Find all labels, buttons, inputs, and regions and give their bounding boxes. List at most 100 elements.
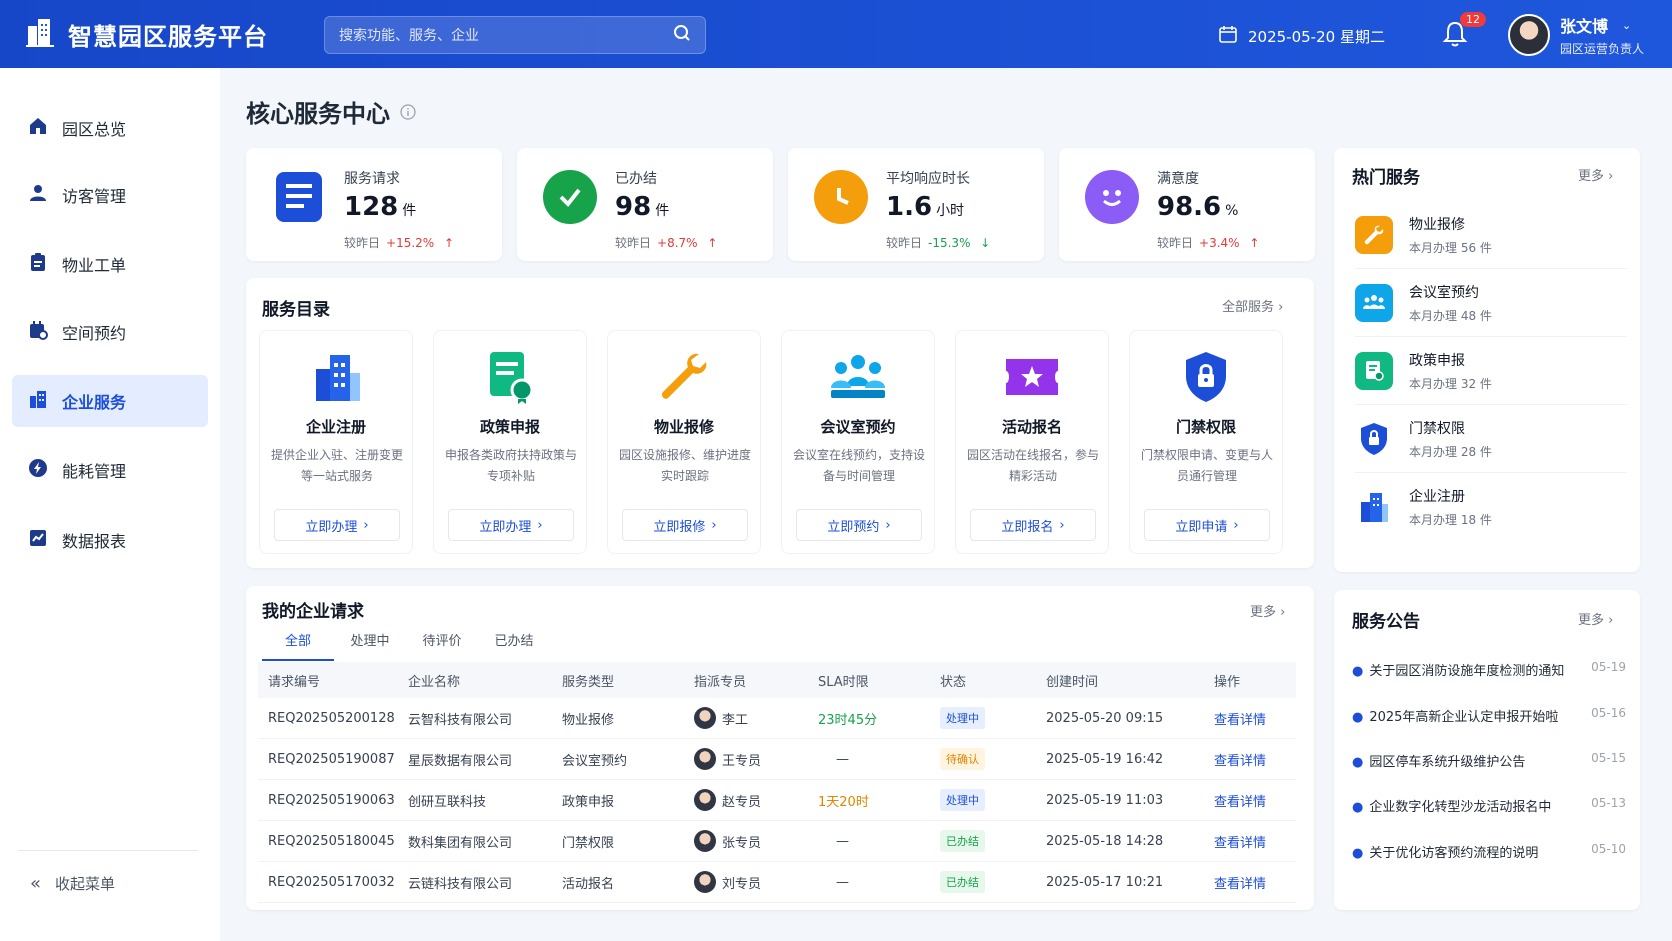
chevron-right-icon: › bbox=[711, 517, 717, 533]
notice-item[interactable]: ● 关于园区消防设施年度检测的通知 05-19 bbox=[1352, 660, 1626, 679]
collapse-menu-button[interactable]: « 收起菜单 bbox=[18, 850, 198, 894]
sidebar-item-space-booking[interactable]: 空间预约 bbox=[12, 306, 208, 358]
tab-processing[interactable]: 处理中 bbox=[334, 630, 406, 661]
view-details-link[interactable]: 查看详情 bbox=[1214, 791, 1296, 810]
column-header: 企业名称 bbox=[408, 674, 461, 690]
search-icon[interactable] bbox=[673, 24, 691, 46]
service-card-property-repair[interactable]: 物业报修 园区设施报修、维护进度实时跟踪 立即报修 › bbox=[607, 330, 761, 554]
service-card-policy-application[interactable]: 政策申报 申报各类政府扶持政策与专项补贴 立即办理 › bbox=[433, 330, 587, 554]
notice-item[interactable]: ● 关于优化访客预约流程的说明 05-10 bbox=[1352, 842, 1626, 861]
hot-service-item[interactable]: 门禁权限 本月办理 28 件 bbox=[1355, 405, 1627, 473]
chevron-down-icon: ⌄ bbox=[1622, 18, 1632, 32]
table-row[interactable]: REQ202505190063 创研互联科技 政策申报 赵专员 1天20时 处理… bbox=[258, 780, 1296, 821]
home-icon bbox=[28, 116, 48, 140]
notifications-button[interactable]: 12 bbox=[1442, 12, 1486, 52]
sidebar-item-work-orders[interactable]: 物业工单 bbox=[12, 238, 208, 290]
service-action-button[interactable]: 立即报修 › bbox=[622, 509, 748, 541]
sidebar-item-energy[interactable]: 能耗管理 bbox=[12, 444, 208, 496]
service-action-button[interactable]: 立即办理 › bbox=[448, 509, 574, 541]
stat-number: 1.6 bbox=[886, 192, 933, 222]
created-time: 2025-05-20 09:15 bbox=[1046, 710, 1164, 726]
sidebar-item-overview[interactable]: 园区总览 bbox=[12, 102, 208, 154]
more-label: 更多 bbox=[1250, 605, 1277, 620]
search-input[interactable]: 搜索功能、服务、企业 bbox=[324, 16, 706, 54]
notice-item[interactable]: ● 2025年高新企业认定申报开始啦 05-16 bbox=[1352, 706, 1626, 725]
table-row[interactable]: REQ202505190087 星辰数据有限公司 会议室预约 王专员 — 待确认… bbox=[258, 739, 1296, 780]
stat-number: 98 bbox=[615, 192, 652, 222]
service-name: 政策申报 bbox=[479, 418, 540, 436]
assigned-agent: 刘专员 bbox=[694, 871, 818, 893]
tab-pending-review[interactable]: 待评价 bbox=[406, 630, 478, 661]
column-header: 创建时间 bbox=[1046, 674, 1099, 690]
hot-service-item[interactable]: 企业注册 本月办理 18 件 bbox=[1355, 473, 1627, 541]
chevron-right-icon: › bbox=[363, 517, 369, 533]
stat-card-requests: 服务请求 128 件 较昨日 +15.2% ↑ bbox=[246, 148, 502, 261]
notice-item[interactable]: ● 企业数字化转型沙龙活动报名中 05-13 bbox=[1352, 796, 1626, 815]
service-card-access-control[interactable]: 门禁权限 门禁权限申请、变更与人员通行管理 立即申请 › bbox=[1129, 330, 1283, 554]
building-logo-icon bbox=[24, 16, 56, 52]
shield-lock-icon bbox=[1355, 419, 1393, 458]
view-details-link[interactable]: 查看详情 bbox=[1214, 750, 1296, 769]
notices-more-link[interactable]: 更多 › bbox=[1578, 609, 1613, 628]
stat-compare: 较昨日 +8.7% ↑ bbox=[615, 234, 717, 251]
stat-card-completed: 已办结 98 件 较昨日 +8.7% ↑ bbox=[517, 148, 773, 261]
tab-all[interactable]: 全部 bbox=[262, 630, 334, 661]
service-type: 政策申报 bbox=[562, 794, 615, 810]
table-row[interactable]: REQ202505200128 云智科技有限公司 物业报修 李工 23时45分 … bbox=[258, 698, 1296, 739]
wrench-icon bbox=[652, 347, 716, 407]
user-menu[interactable]: 张文博 ⌄ 园区运营负责人 bbox=[1508, 13, 1644, 57]
table-row[interactable]: REQ202505180045 数科集团有限公司 门禁权限 张专员 — 已办结 … bbox=[258, 821, 1296, 862]
more-label: 全部服务 bbox=[1222, 300, 1275, 315]
document-icon bbox=[272, 170, 326, 224]
bolt-icon bbox=[28, 458, 48, 482]
chevron-right-icon: › bbox=[885, 517, 891, 533]
service-card-company-registration[interactable]: 企业注册 提供企业入驻、注册变更等一站式服务 立即办理 › bbox=[259, 330, 413, 554]
service-card-meeting-room[interactable]: 会议室预约 会议室在线预约，支持设备与时间管理 立即预约 › bbox=[781, 330, 935, 554]
avatar bbox=[1508, 14, 1550, 56]
view-details-link[interactable]: 查看详情 bbox=[1214, 873, 1296, 892]
stat-label: 已办结 bbox=[615, 171, 657, 187]
notice-item[interactable]: ● 园区停车系统升级维护公告 05-15 bbox=[1352, 751, 1626, 770]
document-badge-icon bbox=[1355, 351, 1393, 390]
info-icon[interactable] bbox=[400, 98, 416, 126]
sidebar-item-visitors[interactable]: 访客管理 bbox=[12, 169, 208, 221]
agent-name: 刘专员 bbox=[722, 876, 762, 892]
view-details-link[interactable]: 查看详情 bbox=[1214, 832, 1296, 851]
assigned-agent: 李工 bbox=[694, 707, 818, 729]
view-details-link[interactable]: 查看详情 bbox=[1214, 709, 1296, 728]
table-row[interactable]: REQ202505170032 云链科技有限公司 活动报名 刘专员 — 已办结 … bbox=[258, 862, 1296, 903]
clock-icon bbox=[814, 170, 868, 224]
status-badge: 待确认 bbox=[940, 748, 985, 770]
avatar bbox=[694, 789, 716, 811]
request-id: REQ202505190063 bbox=[268, 792, 395, 808]
service-action-button[interactable]: 立即报名 › bbox=[970, 509, 1096, 541]
status-badge: 已办结 bbox=[940, 871, 985, 893]
service-type: 门禁权限 bbox=[562, 835, 615, 851]
service-action-button[interactable]: 立即预约 › bbox=[796, 509, 922, 541]
service-action-button[interactable]: 立即办理 › bbox=[274, 509, 400, 541]
hot-service-item[interactable]: 政策申报 本月办理 32 件 bbox=[1355, 337, 1627, 405]
more-label: 更多 bbox=[1578, 169, 1605, 184]
sidebar-item-reports[interactable]: 数据报表 bbox=[12, 514, 208, 566]
service-action-button[interactable]: 立即申请 › bbox=[1144, 509, 1270, 541]
hot-service-item[interactable]: 物业报修 本月办理 56 件 bbox=[1355, 201, 1627, 269]
page-title: 核心服务中心 bbox=[246, 94, 416, 129]
hot-service-count: 本月办理 48 件 bbox=[1409, 308, 1492, 323]
user-name: 张文博 bbox=[1560, 17, 1609, 36]
logo[interactable]: 智慧园区服务平台 bbox=[24, 16, 268, 52]
requests-more-link[interactable]: 更多 › bbox=[1250, 601, 1285, 620]
created-time: 2025-05-19 11:03 bbox=[1046, 792, 1164, 808]
hot-more-link[interactable]: 更多 › bbox=[1578, 165, 1613, 184]
hot-service-count: 本月办理 56 件 bbox=[1409, 240, 1492, 255]
service-card-event-signup[interactable]: 活动报名 园区活动在线报名，参与精彩活动 立即报名 › bbox=[955, 330, 1109, 554]
chart-icon bbox=[28, 528, 48, 552]
notices-panel bbox=[1334, 590, 1640, 910]
stat-value: 1.6 小时 bbox=[886, 192, 964, 222]
compare-label: 较昨日 bbox=[886, 236, 923, 250]
sidebar-item-enterprise-services[interactable]: 企业服务 bbox=[12, 375, 208, 427]
status-badge: 处理中 bbox=[940, 789, 985, 811]
all-services-link[interactable]: 全部服务 › bbox=[1222, 296, 1283, 315]
hot-service-item[interactable]: 会议室预约 本月办理 48 件 bbox=[1355, 269, 1627, 337]
tab-completed[interactable]: 已办结 bbox=[478, 630, 550, 661]
sidebar-item-label: 园区总览 bbox=[62, 120, 127, 139]
